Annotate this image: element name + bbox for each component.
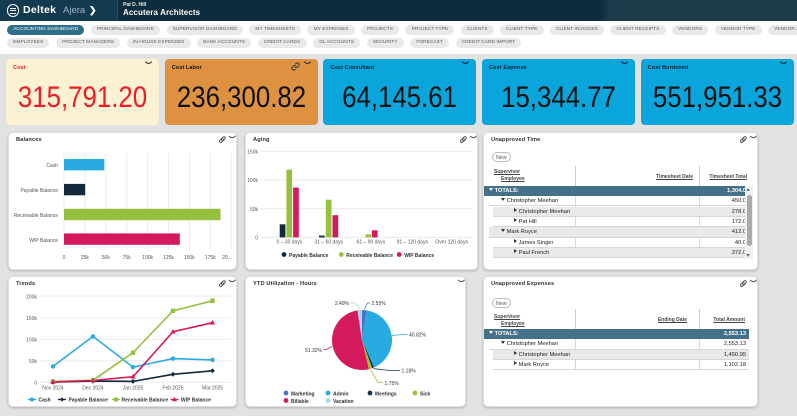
svg-text:Dec 2024: Dec 2024	[82, 386, 104, 392]
svg-text:75k: 75k	[123, 255, 132, 261]
svg-text:Receivable Balance: Receivable Balance	[14, 213, 58, 219]
svg-text:WIP Balance: WIP Balance	[404, 253, 434, 259]
svg-text:Cash: Cash	[39, 398, 51, 404]
svg-text:150k: 150k	[26, 316, 37, 322]
svg-text:Payable Balance: Payable Balance	[20, 188, 58, 194]
svg-text:Receivable Balance: Receivable Balance	[122, 398, 169, 404]
svg-text:Nov 2024: Nov 2024	[42, 386, 64, 392]
svg-text:Payable Balance: Payable Balance	[69, 398, 109, 404]
svg-text:50k: 50k	[250, 207, 259, 213]
svg-text:150k: 150k	[247, 150, 258, 156]
svg-text:0: 0	[63, 255, 66, 261]
svg-text:Vacation: Vacation	[333, 399, 354, 405]
svg-text:2.55%: 2.55%	[372, 301, 387, 307]
svg-text:31 – 60 days: 31 – 60 days	[314, 240, 343, 246]
svg-text:Sick: Sick	[420, 392, 431, 398]
svg-text:2.40%: 2.40%	[335, 301, 350, 307]
svg-text:100k: 100k	[247, 178, 258, 184]
svg-text:200k: 200k	[26, 294, 37, 300]
svg-text:Cash: Cash	[46, 163, 58, 169]
svg-text:Meetings: Meetings	[375, 392, 397, 398]
svg-text:100k: 100k	[26, 338, 37, 344]
svg-text:20...: 20...	[222, 255, 232, 261]
svg-text:Admin: Admin	[333, 392, 349, 398]
svg-text:0: 0	[34, 381, 37, 387]
svg-text:0 – 30 days: 0 – 30 days	[276, 240, 302, 246]
svg-text:175k: 175k	[205, 255, 216, 261]
svg-text:100k: 100k	[142, 255, 153, 261]
svg-text:Marketing: Marketing	[291, 392, 315, 398]
svg-text:Receivable Balance: Receivable Balance	[346, 253, 393, 259]
svg-text:Over 120 days: Over 120 days	[435, 240, 468, 246]
svg-text:1.75%: 1.75%	[385, 381, 400, 387]
svg-text:Payable Balance: Payable Balance	[289, 253, 329, 259]
svg-text:Jan 2025: Jan 2025	[123, 386, 144, 392]
svg-text:Mar 2025: Mar 2025	[202, 386, 223, 392]
svg-text:125k: 125k	[163, 255, 174, 261]
svg-text:61 – 90 days: 61 – 90 days	[357, 240, 386, 246]
svg-text:1.18%: 1.18%	[402, 369, 417, 375]
svg-text:40.82%: 40.82%	[409, 333, 427, 339]
svg-text:0: 0	[255, 236, 258, 242]
svg-text:50k: 50k	[102, 255, 111, 261]
svg-text:WIP Balance: WIP Balance	[181, 398, 211, 404]
svg-text:51.32%: 51.32%	[305, 348, 323, 354]
svg-text:50k: 50k	[29, 359, 38, 365]
svg-text:WIP Balance: WIP Balance	[29, 238, 58, 244]
svg-text:25k: 25k	[81, 255, 90, 261]
svg-text:Feb 2025: Feb 2025	[162, 386, 183, 392]
svg-text:Billable: Billable	[291, 399, 309, 405]
svg-text:91 – 120 days: 91 – 120 days	[397, 240, 429, 246]
svg-text:150k: 150k	[184, 255, 195, 261]
